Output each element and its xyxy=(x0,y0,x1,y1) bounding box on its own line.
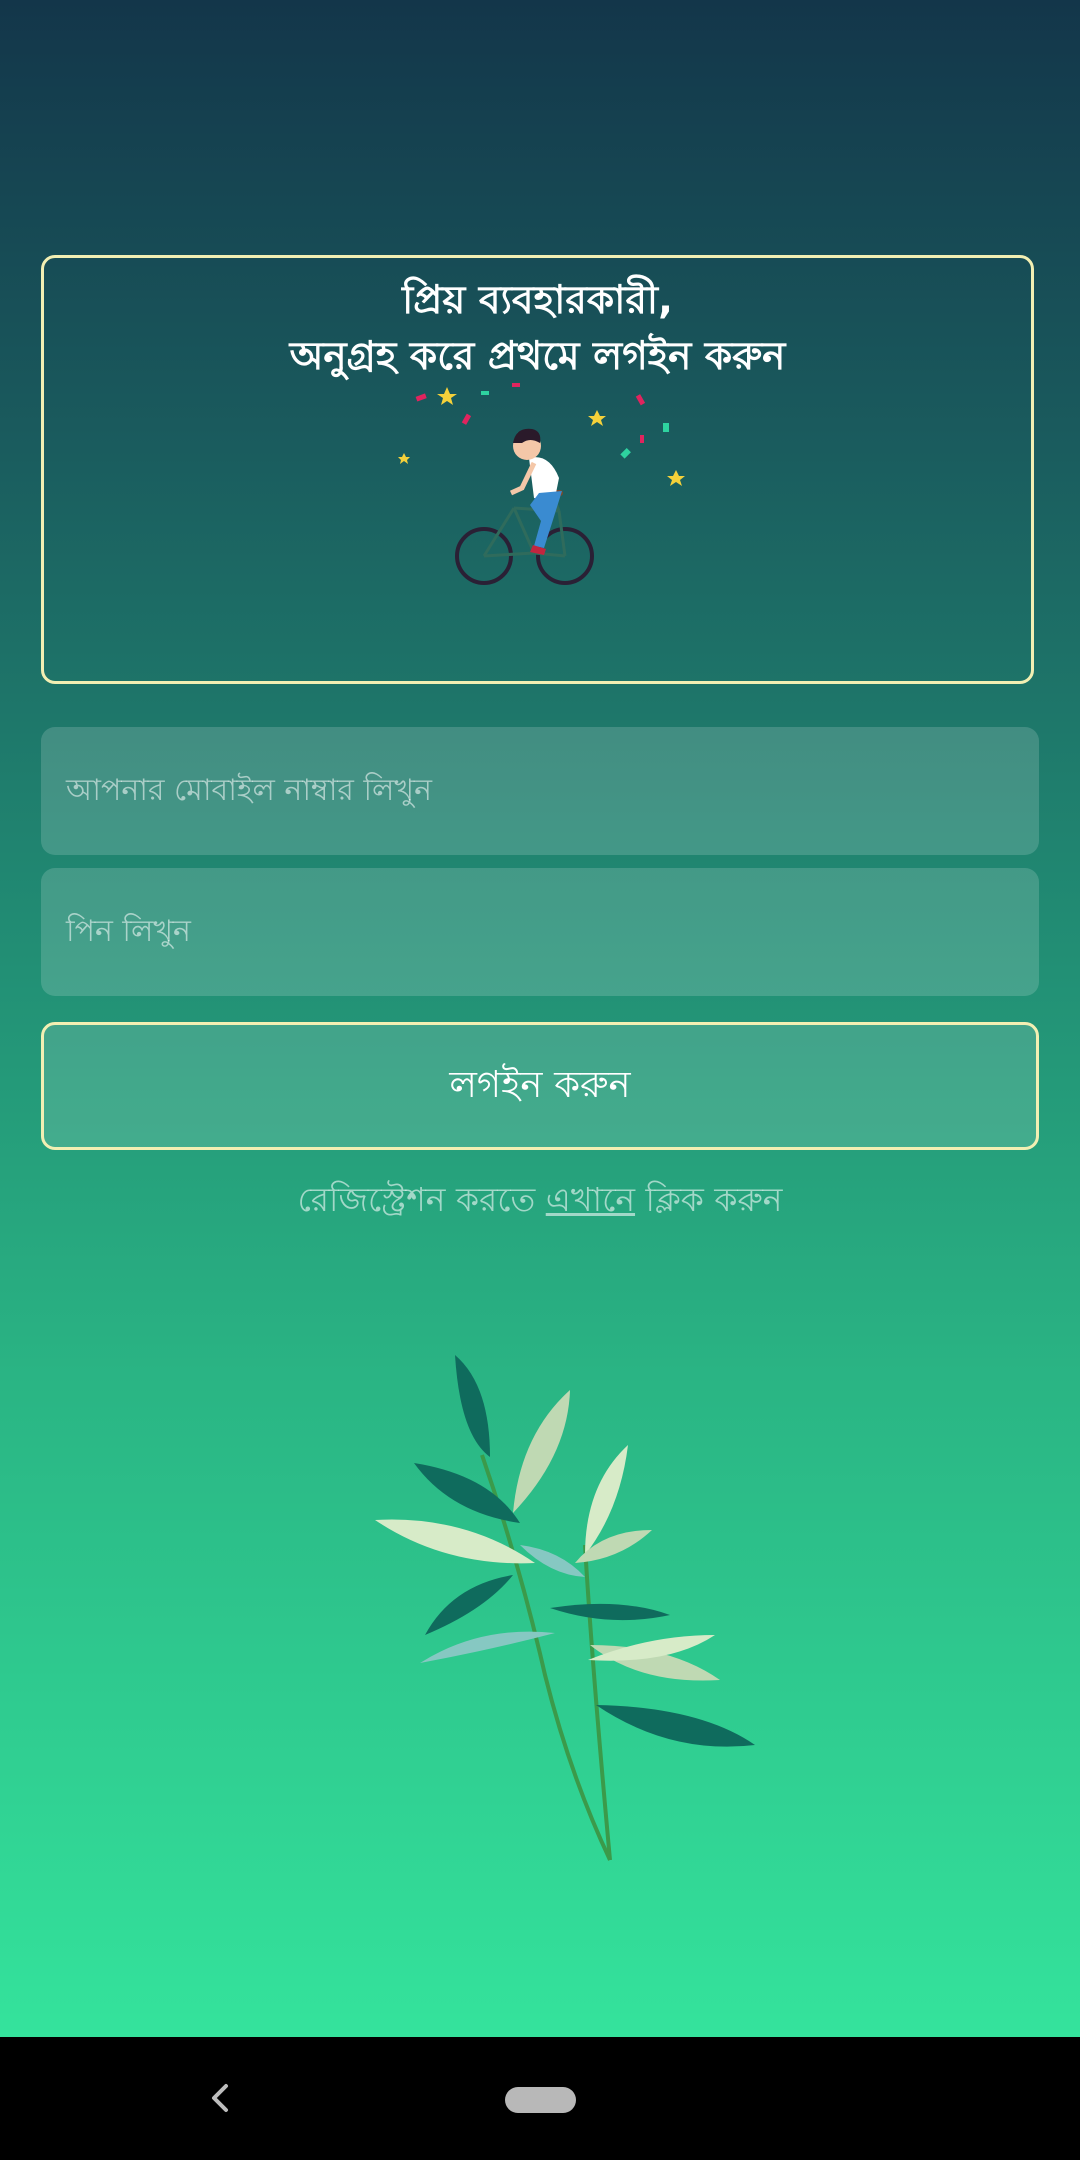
system-navigation-bar xyxy=(0,2037,1080,2160)
plant-illustration xyxy=(375,1355,755,1861)
rider xyxy=(509,428,562,555)
register-prompt: রেজিস্ট্রেশন করতে এখানে ক্লিক করুন xyxy=(0,1174,1080,1230)
register-prefix: রেজিস্ট্রেশন করতে xyxy=(297,1180,546,1219)
register-link[interactable]: এখানে xyxy=(546,1180,635,1219)
cyclist-illustration xyxy=(398,383,685,585)
login-button-label: লগইন করুন xyxy=(449,1062,631,1106)
welcome-card: প্রিয় ব্যবহারকারী, অনুগ্রহ করে প্রথমে ল… xyxy=(41,255,1034,684)
home-pill-icon[interactable] xyxy=(505,2087,576,2113)
plant-leaves xyxy=(375,1355,755,1747)
register-suffix: ক্লিক করুন xyxy=(635,1180,783,1219)
login-button[interactable]: লগইন করুন xyxy=(41,1022,1039,1150)
chevron-left-icon[interactable] xyxy=(200,2074,240,2122)
greeting-title: প্রিয় ব্যবহারকারী, xyxy=(402,278,673,323)
bicycle xyxy=(455,527,594,585)
login-screen: প্রিয় ব্যবহারকারী, অনুগ্রহ করে প্রথমে ল… xyxy=(0,0,1080,2037)
pin-input[interactable]: পিন লিখুন xyxy=(41,868,1039,996)
phone-number-input[interactable]: আপনার মোবাইল নাম্বার লিখুন xyxy=(41,727,1039,855)
